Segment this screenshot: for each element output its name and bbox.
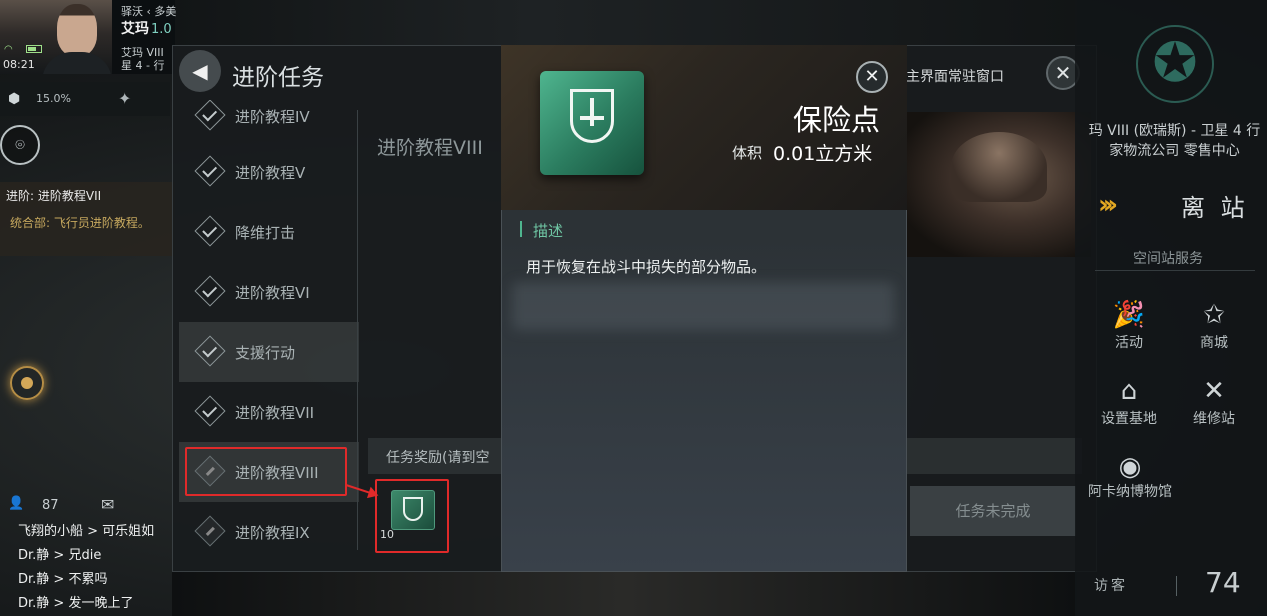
undock-button[interactable]: 离 站 [1181,188,1249,223]
back-arrow-icon: ◀ [192,59,208,83]
chat-line[interactable]: Dr.静 > 发一晚上了 [18,592,133,611]
mission-tracker-title: 进阶: 进阶教程VII [6,189,102,203]
repair-tools-icon: ✕ [1203,376,1225,406]
station-dome [951,132,1047,202]
corporation-star-icon: ✪ [1136,25,1214,103]
target-icon [194,395,226,427]
ship-icon[interactable]: ✦ [118,89,131,108]
description-heading: 描述 [533,222,564,240]
annotation-box-mission [185,447,347,496]
volume-label: 体积 [732,144,763,162]
service-store[interactable]: ✩ 商城 [1174,298,1254,352]
pilot-location-name: 艾玛 1.0 [121,18,172,38]
store-star-icon: ✩ [1203,300,1225,330]
mission-label: 降维打击 [235,224,296,242]
volume-value: 0.01立方米 [773,143,873,165]
mission-list-item[interactable]: 进阶教程IV [179,100,359,146]
region-label[interactable]: 驿沃 ‹ 多美 [121,3,176,19]
portrait-face [57,4,97,56]
mission-label: 进阶教程VII [235,404,315,422]
service-label: 设置基地 [1101,411,1157,427]
visitor-count: 74 [1205,566,1241,599]
battery-icon [26,45,42,53]
chat-line[interactable]: 飞翔的小船 > 可乐姐如 [18,520,154,539]
service-activity[interactable]: 🎉 活动 [1089,298,1169,352]
service-base[interactable]: ⌂ 设置基地 [1089,374,1169,428]
location-pin-button[interactable]: ⌾ [0,125,40,165]
list-divider [357,110,358,550]
close-modal-button[interactable]: ✕ [856,61,888,93]
service-repair[interactable]: ✕ 维修站 [1174,374,1254,428]
description-accent [520,221,522,237]
wifi-icon: ◠ [4,44,13,55]
people-icon[interactable]: 👤 [8,496,24,511]
station-name: 玛 VIII (欧瑞斯) - 卫星 4 行家物流公司 零售中心 [1088,123,1261,159]
station-image [906,112,1091,257]
mission-list-item[interactable]: 降维打击 [179,202,359,262]
mission-tracker[interactable]: 进阶: 进阶教程VII 统合部: 飞行员进阶教程。 [0,182,175,256]
mission-label: 进阶教程IV [235,108,310,126]
page-title: 进阶任务 [232,65,324,91]
mission-label: 进阶教程V [235,164,306,182]
cargo-bar[interactable]: ⬢ 15.0% ✦ [0,82,170,116]
service-label: 商城 [1200,335,1228,351]
chat-line[interactable]: Dr.静 > 兄die [18,544,101,563]
cargo-cube-icon: ⬢ [8,91,21,107]
check-icon [194,275,226,307]
check-icon [194,155,226,187]
base-icon: ⌂ [1120,376,1138,406]
mission-label: 进阶教程VI [235,284,310,302]
mail-icon[interactable]: ✉ [101,495,114,514]
lock-icon [194,515,226,547]
check-icon [194,215,226,247]
online-count: 87 [42,498,59,513]
mission-list-item[interactable]: 进阶教程IX [179,502,359,560]
radar-icon[interactable] [10,366,44,400]
mission-label: 支援行动 [235,344,296,362]
service-label: 活动 [1115,335,1143,351]
service-label: 阿卡纳博物馆 [1088,484,1172,500]
item-name: 保险点 [793,103,881,137]
mission-list-item[interactable]: 进阶教程VII [179,382,359,442]
insurance-item-icon [540,71,644,175]
mission-incomplete-button[interactable]: 任务未完成 [910,486,1076,536]
shield-icon [570,89,614,143]
map-pin-icon: ⌾ [15,135,25,154]
party-popper-icon: 🎉 [1112,300,1146,330]
clock-time: 08:21 [3,58,35,71]
pin-window-hint[interactable]: 主界面常驻窗口 [906,66,1004,86]
cargo-percent: 15.0% [36,92,71,105]
services-divider [1095,270,1255,271]
location-line-2: 星 4 - 行 [121,59,165,72]
service-label: 维修站 [1193,411,1235,427]
museum-icon: ◉ [1118,452,1142,482]
close-icon: ✕ [864,66,880,87]
mission-list-item[interactable]: 进阶教程V [179,142,359,202]
visitor-label: 访客 [1094,578,1128,594]
close-icon: ✕ [1054,61,1072,85]
station-services-title: 空间站服务 [1133,251,1203,267]
description-text: 用于恢复在战斗中损失的部分物品。 [526,258,767,276]
service-museum[interactable]: ◉ 阿卡纳博物馆 [1078,450,1182,501]
background-top [172,0,1077,45]
mission-tracker-subtitle: 统合部: 飞行员进阶教程。 [10,216,150,230]
security-status: 1.0 [151,22,172,37]
mission-detail-title: 进阶教程VIII [377,137,483,159]
back-button[interactable]: ◀ [179,50,221,92]
blurred-region [512,282,894,330]
mission-label: 进阶教程IX [235,524,310,542]
mission-list-item[interactable]: 支援行动 [179,322,359,382]
reward-label: 任务奖励(请到空 [386,450,490,466]
mission-list-item[interactable]: 进阶教程VI [179,262,359,322]
chat-line[interactable]: Dr.静 > 不累吗 [18,568,107,587]
location-name: 艾玛 [121,21,149,37]
background-bottom [172,572,1077,616]
annotation-box-reward [375,479,449,553]
portrait-coat [42,52,112,74]
undock-chevrons-icon[interactable]: ››› [1098,190,1118,220]
swords-icon [194,335,226,367]
visitor-divider [1176,576,1177,596]
check-icon [194,100,226,131]
